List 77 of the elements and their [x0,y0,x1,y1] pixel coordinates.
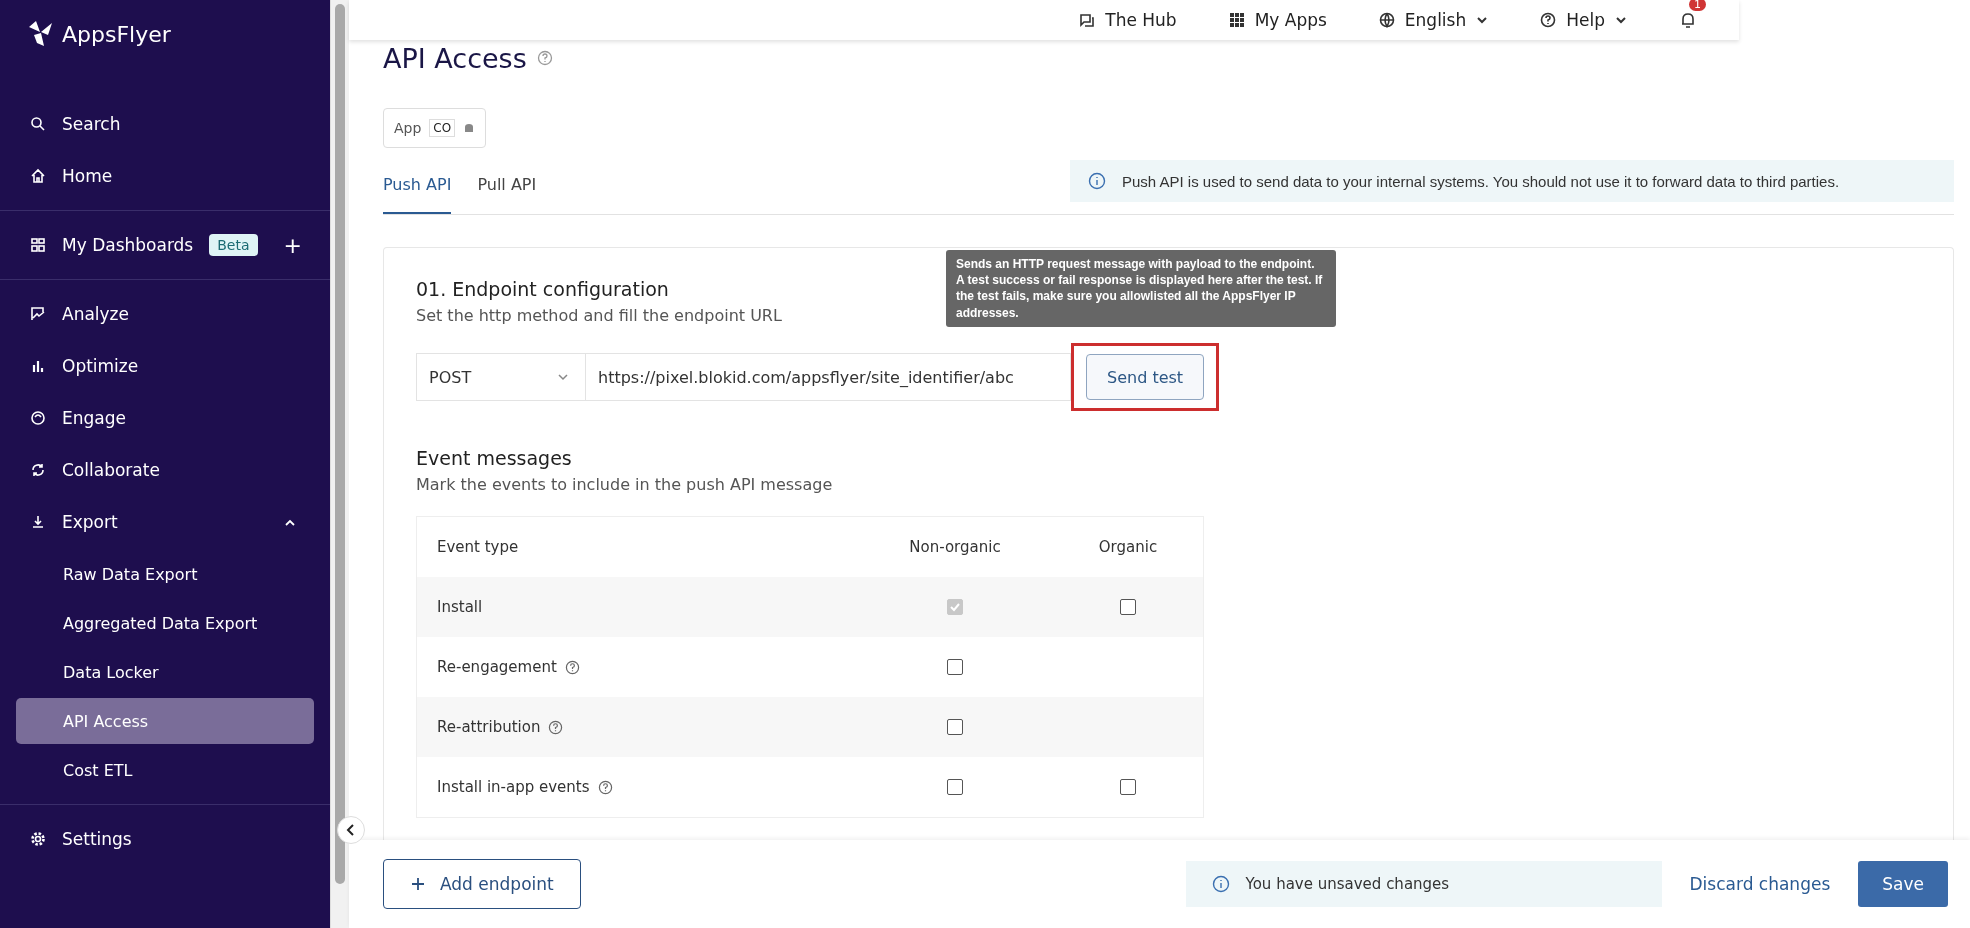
plus-icon [410,876,426,892]
nav-item[interactable]: My Dashboards Beta + [0,219,330,271]
page-title: API Access [383,42,527,74]
checkbox[interactable] [947,779,963,795]
nav-item[interactable]: Optimize [0,340,330,392]
download-icon [30,514,46,530]
info-banner: Push API is used to send data to your internal systems. You should not use it to forward data to third parties. [1070,160,1954,202]
bell-icon[interactable] [1679,10,1697,30]
info-icon [1211,875,1230,893]
beta-badge: Beta [209,234,258,256]
section-subtitle: Set the http method and fill the endpoint URL [416,306,782,325]
send-test-button[interactable]: Send test [1086,354,1205,400]
globe-icon [1378,12,1395,28]
event-name: Install [437,598,483,616]
notification-count: 1 [1689,0,1706,11]
event-name: Re-engagement [437,658,557,676]
add-endpoint-button[interactable]: Add endpoint [383,859,581,909]
add-dashboard-button[interactable]: + [283,232,302,258]
top-bar-link[interactable]: English [1378,10,1489,30]
chevron-left-icon [346,824,356,836]
top-bar-link[interactable]: The Hub [1079,10,1177,30]
column-header: Non-organic [908,538,1002,556]
tab[interactable]: Push API [383,160,452,214]
nav-subitem[interactable]: Data Locker [16,649,314,695]
help-icon[interactable] [536,50,553,66]
chart-icon [30,306,46,322]
nav-item[interactable]: Search [0,98,330,150]
checkbox[interactable] [947,659,963,675]
gear-icon [30,831,46,847]
unsaved-notice: You have unsaved changes [1185,861,1662,907]
tooltip: Sends an HTTP request message with payload to the endpoint. A test success or fail response is displayed here after the test. If the test fails, make sure you allowlisted all the AppsFlyer IP addresses. [946,250,1336,327]
grid-icon [30,237,46,253]
discard-changes-button[interactable]: Discard changes [1689,874,1831,894]
event-name: Re-attribution [437,718,541,736]
apps-icon [1228,12,1245,28]
info-icon [1088,172,1106,190]
logo-text: AppsFlyer [62,21,171,47]
nav-item[interactable]: Export [0,496,330,548]
event-name: Install in-app events [437,778,590,796]
checkbox[interactable] [1120,779,1136,795]
top-bar-link[interactable]: Help [1540,10,1627,30]
search-icon [30,116,46,132]
checkbox[interactable] [947,719,963,735]
nav-item[interactable]: Engage [0,392,330,444]
nav-subitem[interactable]: API Access [16,698,314,744]
caret-icon [1476,16,1489,24]
nav-item[interactable]: Settings [0,813,330,865]
column-header: Event type [436,538,520,556]
help-icon[interactable] [548,719,564,735]
top-bar-link[interactable]: My Apps [1228,10,1327,30]
tab[interactable]: Pull API [477,160,537,214]
nav-item[interactable]: Collaborate [0,444,330,496]
section-subtitle: Mark the events to include in the push API message [416,475,833,494]
hub-icon [1079,12,1096,28]
caret-icon [557,373,569,381]
caret-icon [1615,16,1627,24]
nav-subitem[interactable]: Raw Data Export [16,551,314,597]
nav-item[interactable]: Analyze [0,288,330,340]
nav-item[interactable]: Home [0,150,330,202]
chevron-icon[interactable] [284,518,296,526]
help-icon [1540,12,1557,28]
help-icon[interactable] [597,779,613,795]
column-header: Organic [1097,538,1159,556]
method-select[interactable]: POST [416,353,586,401]
url-field[interactable]: https://pixel.blokid.com/appsflyer/site_identifier/abc [586,353,1071,401]
nav-subitem[interactable]: Aggregated Data Export [16,600,314,646]
sync-icon [30,462,46,478]
app-selector[interactable]: App CO [383,108,487,148]
checkbox[interactable] [1120,599,1136,615]
section-heading: Event messages [416,447,572,469]
save-button[interactable]: Save [1858,861,1948,907]
section-heading: 01. Endpoint configuration [416,278,669,300]
nav-subitem[interactable]: Cost ETL [16,747,314,793]
help-icon[interactable] [564,659,580,675]
scrollbar[interactable] [330,0,349,928]
home-icon [30,168,46,184]
bars-icon [30,358,46,374]
